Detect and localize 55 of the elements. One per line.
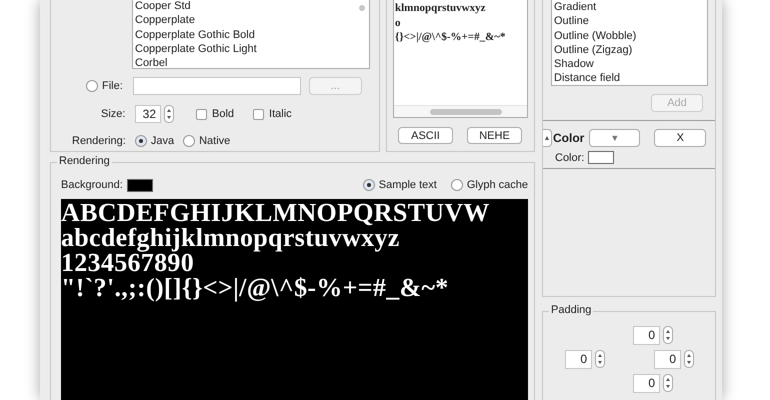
number-field[interactable]: 0 bbox=[565, 350, 592, 368]
radio-button[interactable]: File: bbox=[86, 80, 123, 92]
color-swatch[interactable] bbox=[588, 151, 614, 164]
font-list[interactable]: Cooper Std Copperplate Copperplate Gothic Bold Copperplate Gothic Light Corbel bbox=[132, 0, 370, 69]
scrollbar-thumb[interactable] bbox=[359, 5, 365, 11]
group-title: Rendering bbox=[57, 155, 112, 167]
effect-list-item[interactable]: Outline (Zigzag) bbox=[554, 42, 707, 58]
number-field[interactable]: 32 bbox=[135, 105, 161, 123]
radio-button[interactable]: Sample text bbox=[362, 179, 437, 191]
charset-button[interactable]: ASCII bbox=[398, 127, 453, 144]
sample-line: o bbox=[394, 16, 402, 30]
sample-line: klmnopqrstuvwxyz bbox=[394, 1, 486, 16]
caret-icon bbox=[545, 136, 549, 140]
radio-button[interactable]: Glyph cache bbox=[450, 179, 528, 191]
font-list-item[interactable]: Copperplate Gothic Light bbox=[135, 42, 369, 56]
background-label: Background: bbox=[61, 179, 123, 191]
font-list-item[interactable]: Copperplate bbox=[135, 13, 369, 28]
charset-button[interactable]: NEHE bbox=[467, 127, 522, 144]
number-field[interactable]: 0 bbox=[654, 350, 681, 368]
number-field[interactable]: 0 bbox=[633, 374, 660, 392]
font-list-item[interactable]: Corbel bbox=[135, 56, 369, 68]
preview-text: ABCDEFGHIJKLMNOPQRSTUVW bbox=[61, 200, 491, 225]
background-swatch[interactable] bbox=[126, 178, 153, 192]
group-title: Padding bbox=[549, 304, 594, 316]
effect-list-item[interactable]: Outline (Wobble) bbox=[554, 28, 707, 43]
effect-list-item[interactable]: Gradient bbox=[554, 0, 707, 14]
effect-list-item[interactable]: Shadow bbox=[554, 57, 707, 72]
font-list-item[interactable]: Copperplate Gothic Bold bbox=[135, 28, 369, 42]
checkbox[interactable]: Italic bbox=[253, 108, 292, 120]
file-path-field[interactable] bbox=[132, 77, 301, 95]
color-label: Color: bbox=[555, 152, 584, 164]
number-field[interactable]: 0 bbox=[633, 326, 660, 344]
sample-line: {}<>|/@\^$-%+=#_&~* bbox=[394, 30, 506, 44]
rendering-label: Rendering: bbox=[72, 135, 126, 147]
spinner-arrows-icon[interactable] bbox=[663, 326, 673, 344]
effect-title: Color bbox=[553, 131, 584, 145]
radio-button[interactable]: Native bbox=[183, 135, 230, 147]
radio-button[interactable]: Java bbox=[134, 135, 174, 147]
spinner-arrows-icon[interactable] bbox=[595, 350, 605, 368]
effect-list-item[interactable]: Outline bbox=[554, 14, 707, 29]
spinner-arrows-icon[interactable] bbox=[663, 374, 673, 392]
checkbox[interactable]: Bold bbox=[196, 108, 234, 120]
effect-list-item[interactable]: Distance field bbox=[554, 71, 707, 86]
up-button[interactable] bbox=[543, 129, 552, 147]
font-list-item[interactable]: Cooper Std bbox=[135, 0, 369, 14]
remove-button[interactable]: X bbox=[654, 129, 706, 147]
horizontal-scrollbar[interactable] bbox=[394, 105, 527, 117]
down-button[interactable]: ▼ bbox=[589, 129, 640, 147]
scrollbar-thumb[interactable] bbox=[430, 109, 502, 115]
size-label: Size: bbox=[101, 108, 126, 120]
spinner-arrows-icon[interactable] bbox=[164, 105, 174, 123]
preview-text: abcdefghijklmnopqrstuvwxyz bbox=[61, 225, 400, 250]
spinner-arrows-icon[interactable] bbox=[684, 350, 694, 368]
effects-list[interactable]: Gradient Outline Outline (Wobble) Outline (Zigzag) Shadow Distance field bbox=[551, 0, 708, 86]
preview-text: "!`?'.,;:()[]{}<>|/@\^$-%+=#_&~* bbox=[61, 275, 450, 300]
